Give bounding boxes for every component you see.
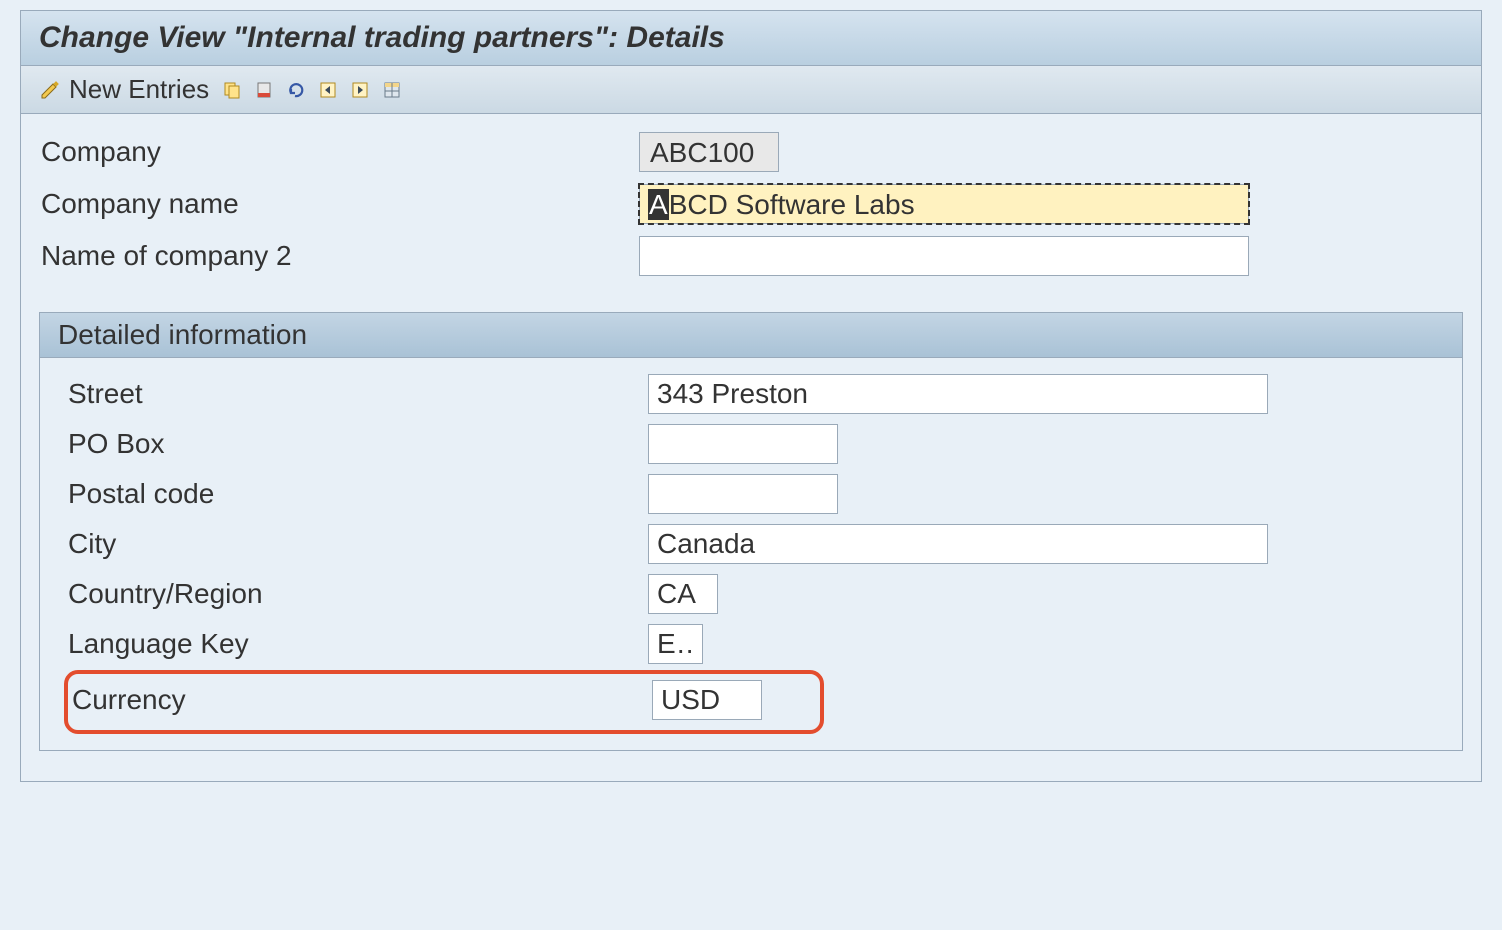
pobox-input[interactable] xyxy=(648,424,838,464)
pencil-icon xyxy=(37,77,63,103)
street-label: Street xyxy=(58,378,648,410)
currency-row: Currency xyxy=(58,674,1444,726)
detailed-info-group: Detailed information Street PO Box Posta… xyxy=(39,312,1463,751)
currency-input[interactable] xyxy=(652,680,762,720)
group-title: Detailed information xyxy=(40,313,1462,358)
name2-row: Name of company 2 xyxy=(39,236,1463,276)
name2-label: Name of company 2 xyxy=(39,240,639,272)
postal-row: Postal code xyxy=(58,474,1444,514)
prev-entry-icon[interactable] xyxy=(315,77,341,103)
currency-label: Currency xyxy=(62,684,652,716)
lang-row: Language Key xyxy=(58,624,1444,664)
next-entry-icon[interactable] xyxy=(347,77,373,103)
company-label: Company xyxy=(39,136,639,168)
toolbar: New Entries xyxy=(21,66,1481,114)
window-title: Change View "Internal trading partners":… xyxy=(39,21,725,54)
lang-input[interactable] xyxy=(648,624,703,664)
name2-input[interactable] xyxy=(639,236,1249,276)
undo-icon[interactable] xyxy=(283,77,309,103)
company-row: Company ABC100 xyxy=(39,132,1463,172)
delete-icon[interactable] xyxy=(251,77,277,103)
company-name-row: Company name ABCD Software Labs xyxy=(39,184,1463,224)
details-window: Change View "Internal trading partners":… xyxy=(20,10,1482,782)
lang-label: Language Key xyxy=(58,628,648,660)
input-cursor-char: A xyxy=(648,189,669,220)
country-label: Country/Region xyxy=(58,578,648,610)
group-content: Street PO Box Postal code City Country/R xyxy=(40,358,1462,750)
company-name-rest: BCD Software Labs xyxy=(669,189,915,220)
street-input[interactable] xyxy=(648,374,1268,414)
city-input[interactable] xyxy=(648,524,1268,564)
postal-input[interactable] xyxy=(648,474,838,514)
city-row: City xyxy=(58,524,1444,564)
company-name-input[interactable]: ABCD Software Labs xyxy=(639,184,1249,224)
copy-icon[interactable] xyxy=(219,77,245,103)
street-row: Street xyxy=(58,374,1444,414)
country-row: Country/Region xyxy=(58,574,1444,614)
window-titlebar: Change View "Internal trading partners":… xyxy=(21,11,1481,66)
company-name-label: Company name xyxy=(39,188,639,220)
company-value: ABC100 xyxy=(639,132,779,172)
new-entries-label: New Entries xyxy=(69,74,209,105)
new-entries-button[interactable]: New Entries xyxy=(33,72,213,107)
table-settings-icon[interactable] xyxy=(379,77,405,103)
pobox-row: PO Box xyxy=(58,424,1444,464)
city-label: City xyxy=(58,528,648,560)
postal-label: Postal code xyxy=(58,478,648,510)
country-input[interactable] xyxy=(648,574,718,614)
form-content: Company ABC100 Company name ABCD Softwar… xyxy=(21,114,1481,781)
pobox-label: PO Box xyxy=(58,428,648,460)
